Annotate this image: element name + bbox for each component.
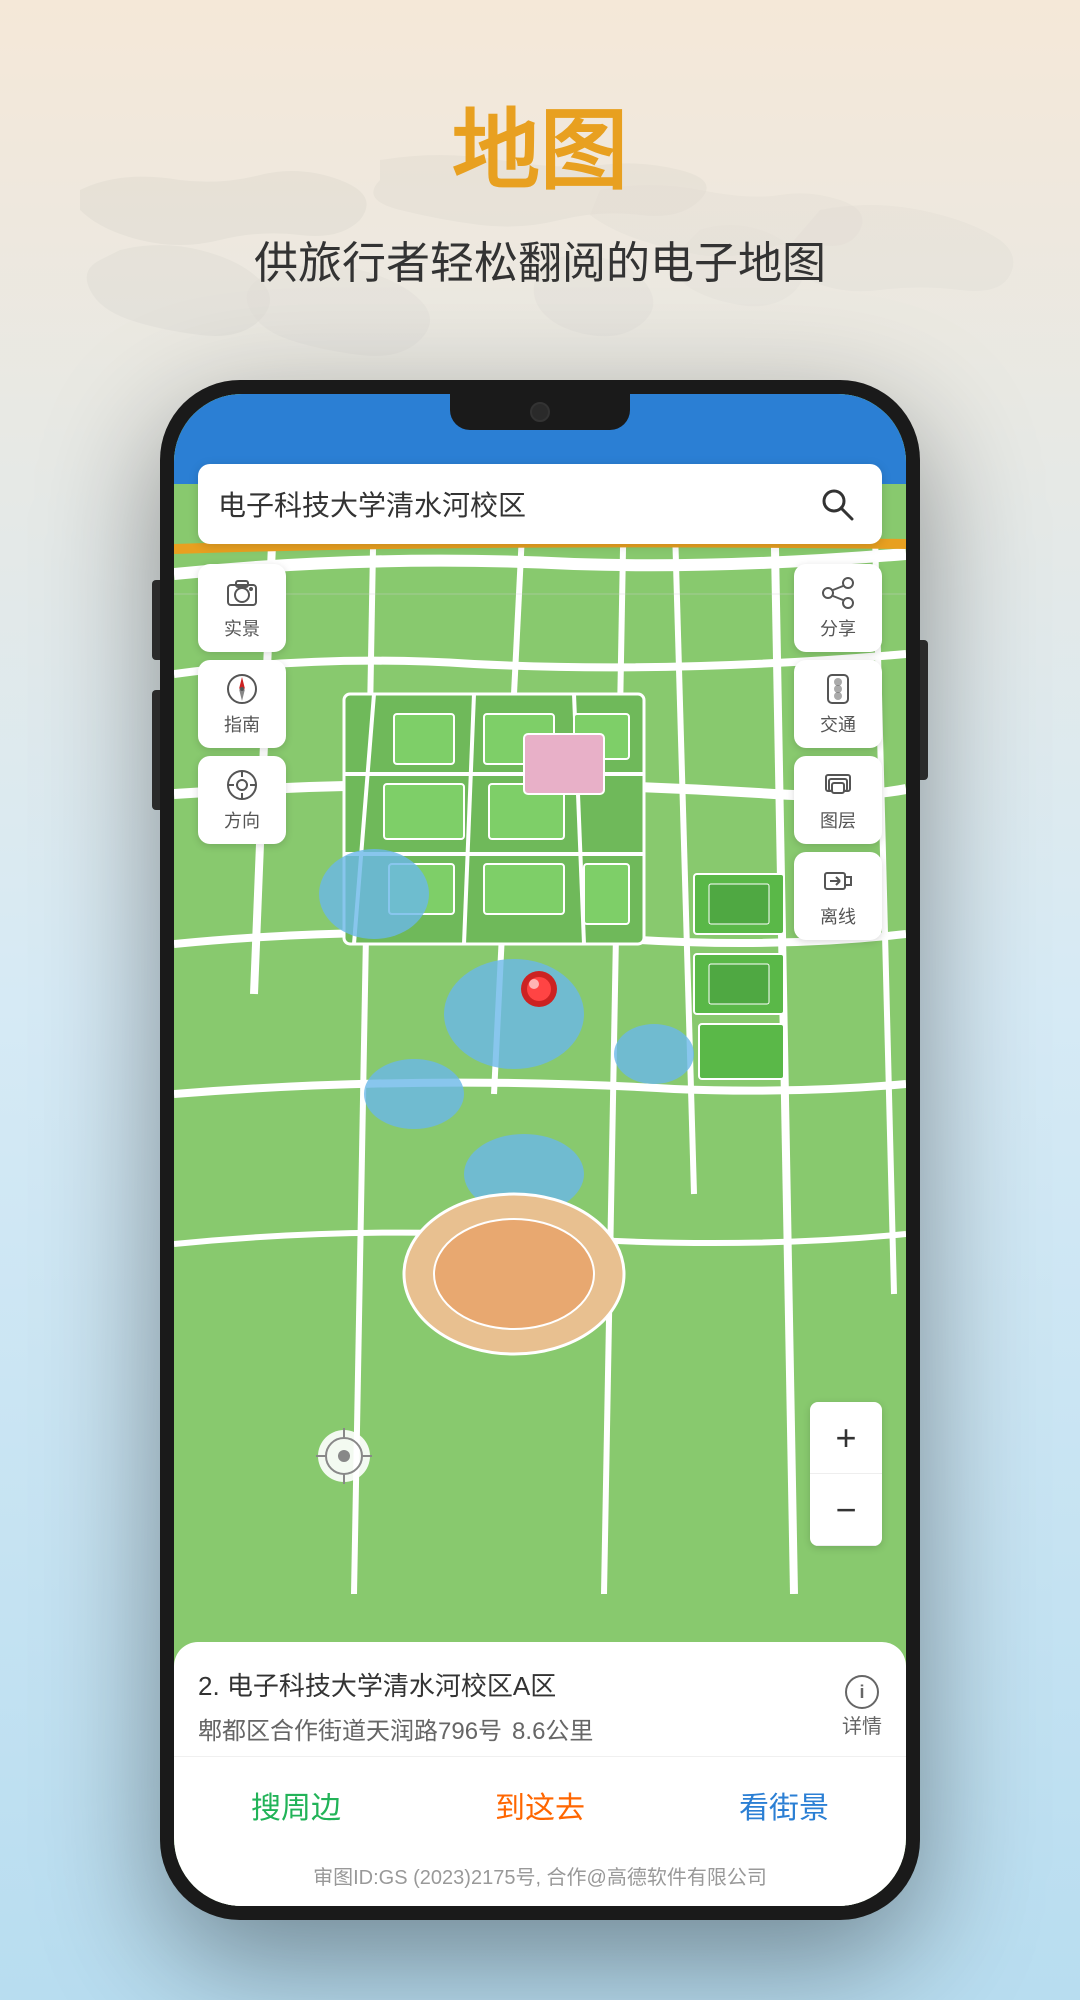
phone-notch	[450, 394, 630, 430]
location-indicator[interactable]	[314, 1426, 374, 1486]
camera-icon	[224, 575, 260, 611]
traffic-label: 交通	[820, 711, 856, 737]
navigate-btn[interactable]: 到这去	[418, 1773, 662, 1837]
search-button[interactable]	[812, 479, 862, 529]
layers-label: 图层	[820, 807, 856, 833]
phone-mockup: 电子科技大学 电子科技大学清水河校区	[160, 380, 920, 1920]
offline-btn[interactable]: 离线	[794, 852, 882, 940]
street-view-btn[interactable]: 实景	[198, 564, 286, 652]
left-controls: 实景 指南	[198, 564, 286, 844]
street-view-action-btn[interactable]: 看街景	[662, 1773, 906, 1837]
layers-icon	[820, 767, 856, 803]
traffic-btn[interactable]: 交通	[794, 660, 882, 748]
direction-icon	[224, 767, 260, 803]
street-view-label: 实景	[224, 615, 260, 641]
search-nearby-btn[interactable]: 搜周边	[174, 1773, 418, 1837]
traffic-icon	[820, 671, 856, 707]
address-text: 郫都区合作街道天润路796号	[198, 1711, 502, 1746]
distance: 8.6公里	[512, 1711, 593, 1746]
zoom-out-btn[interactable]: −	[810, 1474, 882, 1546]
copyright: 审图ID:GS (2023)2175号, 合作@高德软件有限公司	[174, 1853, 906, 1906]
share-label: 分享	[820, 615, 856, 641]
zoom-in-btn[interactable]: +	[810, 1402, 882, 1474]
map-screen: 电子科技大学 电子科技大学清水河校区	[174, 394, 906, 1906]
phone-camera	[530, 402, 550, 422]
direction-btn[interactable]: 方向	[198, 756, 286, 844]
compass-label: 指南	[224, 711, 260, 737]
place-address: 郫都区合作街道天润路796号 8.6公里	[198, 1711, 832, 1746]
phone-vol-up-down	[152, 690, 160, 810]
phone-vol-mute	[152, 580, 160, 660]
phone-power-btn	[920, 640, 928, 780]
place-number: 2.	[198, 1671, 220, 1701]
bottom-panel: 2. 电子科技大学清水河校区A区 郫都区合作街道天润路796号 8.6公里	[174, 1642, 906, 1906]
place-title: 2. 电子科技大学清水河校区A区	[198, 1666, 832, 1703]
share-icon	[820, 575, 856, 611]
zoom-controls: + −	[810, 1402, 882, 1546]
layers-btn[interactable]: 图层	[794, 756, 882, 844]
place-name: 电子科技大学清水河校区A区	[227, 1671, 556, 1701]
svg-text:i: i	[859, 1682, 864, 1702]
detail-btn[interactable]: i 详情	[842, 1674, 882, 1739]
right-controls: 分享 交通	[794, 564, 882, 940]
info-icon: i	[844, 1674, 880, 1710]
search-icon	[817, 484, 857, 524]
offline-label: 离线	[820, 903, 856, 929]
page-title: 地图	[0, 80, 1080, 207]
search-text: 电子科技大学清水河校区	[218, 484, 812, 524]
share-btn[interactable]: 分享	[794, 564, 882, 652]
direction-label: 方向	[224, 807, 260, 833]
offline-icon	[820, 863, 856, 899]
compass-btn[interactable]: 指南	[198, 660, 286, 748]
place-info: 2. 电子科技大学清水河校区A区 郫都区合作街道天润路796号 8.6公里	[198, 1666, 832, 1746]
detail-label: 详情	[842, 1710, 882, 1739]
bottom-info: 2. 电子科技大学清水河校区A区 郫都区合作街道天润路796号 8.6公里	[174, 1642, 906, 1756]
page-subtitle: 供旅行者轻松翻阅的电子地图	[0, 227, 1080, 291]
my-location-icon	[314, 1426, 374, 1486]
search-bar[interactable]: 电子科技大学清水河校区	[198, 464, 882, 544]
bottom-actions: 搜周边 到这去 看街景	[174, 1756, 906, 1853]
compass-icon	[224, 671, 260, 707]
